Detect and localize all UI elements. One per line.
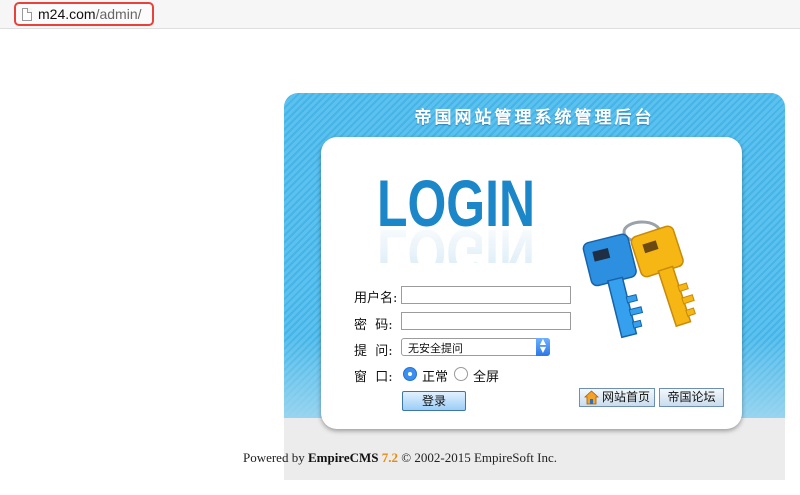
url-text[interactable]: m24.com/admin/ <box>38 6 142 22</box>
powered-by: Powered by EmpireCMS 7.2 © 2002-2015 Emp… <box>0 450 800 466</box>
powered-prefix: Powered by <box>242 450 308 465</box>
username-label: 用户名: <box>354 291 398 306</box>
login-button[interactable]: 登录 <box>402 391 466 411</box>
username-input[interactable] <box>401 286 571 304</box>
login-logo: LOGIN LOGIN <box>377 168 535 263</box>
url-host: m24.com <box>38 6 96 22</box>
forum-label: 帝国论坛 <box>667 390 716 404</box>
security-question-label: 提 问: <box>354 344 393 359</box>
security-question-select[interactable]: 无安全提问 ▲ ▼ <box>401 338 550 356</box>
keys-icon <box>582 220 696 339</box>
address-bar[interactable]: m24.com/admin/ <box>14 2 154 26</box>
password-label: 密 码: <box>354 318 393 333</box>
copyright-text: © 2002-2015 EmpireSoft Inc. <box>401 450 558 465</box>
site-home-label: 网站首页 <box>602 390 651 404</box>
logo-reflection: LOGIN <box>377 216 535 263</box>
window-fullscreen-radio[interactable] <box>454 367 468 381</box>
product-name: EmpireCMS <box>307 450 379 465</box>
password-input[interactable] <box>401 312 571 330</box>
forum-button[interactable]: 帝国论坛 <box>659 388 724 407</box>
browser-address-strip: m24.com/admin/ <box>0 0 800 29</box>
panel-title: 帝国网站管理系统管理后台 <box>414 108 655 128</box>
page-icon <box>22 8 32 21</box>
url-path: /admin/ <box>95 6 142 22</box>
window-normal-label[interactable]: 正常 <box>422 366 448 385</box>
security-question-value: 无安全提问 <box>408 342 463 355</box>
window-mode-label: 窗 口: <box>354 370 393 385</box>
window-fullscreen-label[interactable]: 全屏 <box>473 366 499 385</box>
chevron-updown-icon: ▲ ▼ <box>536 338 550 356</box>
home-icon <box>584 390 599 405</box>
product-version: 7.2 <box>381 450 399 465</box>
site-home-button[interactable]: 网站首页 <box>579 388 655 407</box>
window-normal-radio[interactable] <box>403 367 417 381</box>
